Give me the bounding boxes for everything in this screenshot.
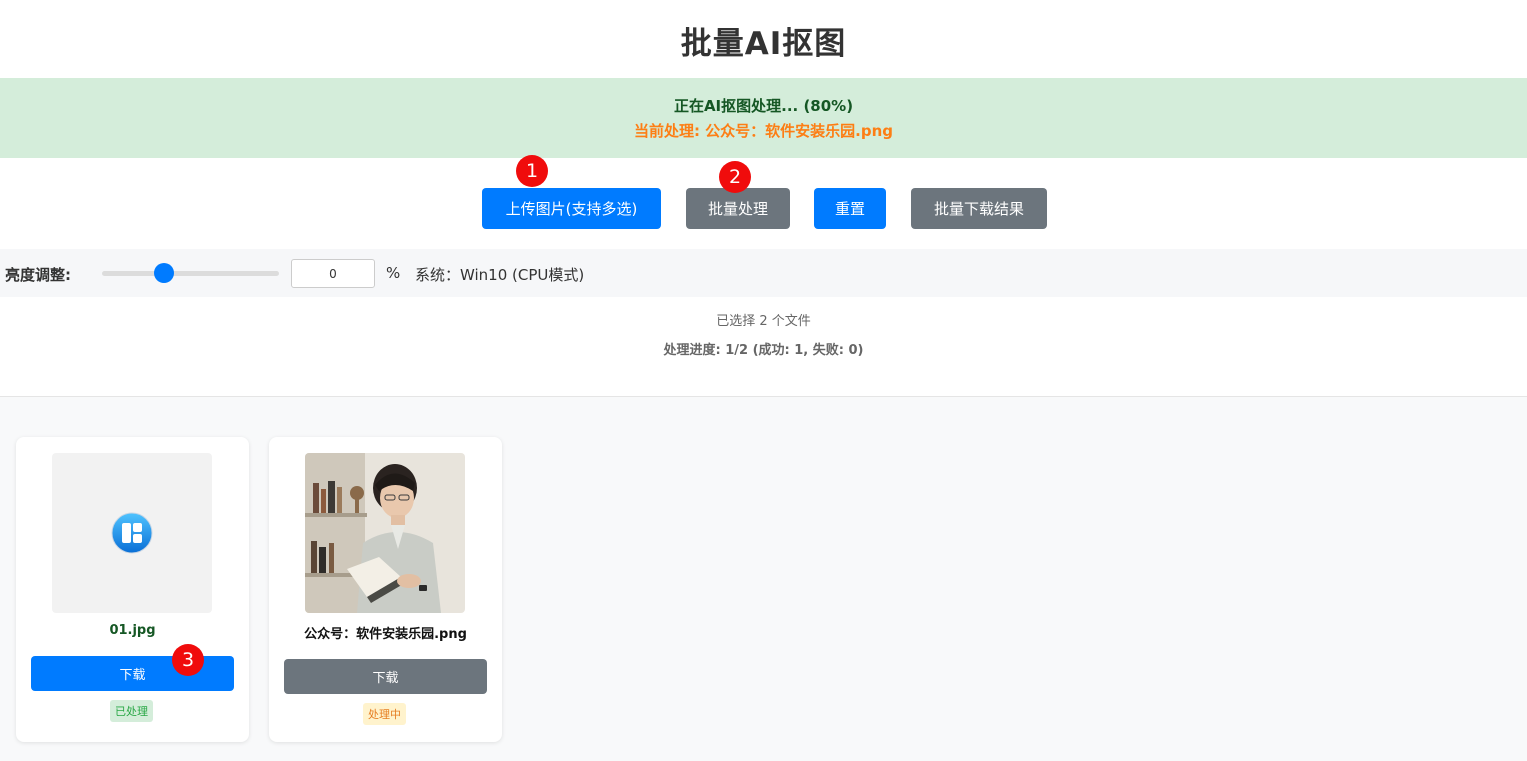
brightness-input[interactable] bbox=[291, 259, 375, 288]
step-marker-1: 1 bbox=[516, 155, 548, 187]
step-marker-2: 2 bbox=[719, 161, 751, 193]
percent-unit: % bbox=[386, 264, 401, 282]
status-banner: 正在AI抠图处理... (80%) 当前处理: 公众号：软件安装乐园.png bbox=[0, 78, 1527, 158]
page-title: 批量AI抠图 bbox=[680, 26, 847, 62]
download-button[interactable]: 下载 bbox=[284, 659, 487, 694]
file-card: 公众号：软件安装乐园.png 下载 处理中 bbox=[269, 437, 502, 742]
batch-process-button[interactable]: 批量处理 bbox=[686, 188, 790, 229]
status-badge: 已处理 bbox=[110, 700, 153, 722]
step-marker-3: 3 bbox=[172, 644, 204, 676]
controls-bar: 亮度调整: % 系统：Win10 (CPU模式) bbox=[0, 249, 1527, 297]
brightness-slider-track[interactable] bbox=[102, 271, 279, 276]
status-badge: 处理中 bbox=[363, 703, 406, 725]
file-name: 01.jpg bbox=[109, 623, 156, 638]
photo-icon bbox=[305, 453, 465, 613]
upload-images-button[interactable]: 上传图片(支持多选) bbox=[482, 188, 661, 229]
reset-button[interactable]: 重置 bbox=[814, 188, 886, 229]
file-thumbnail bbox=[305, 453, 465, 613]
brightness-label: 亮度调整: bbox=[5, 266, 71, 284]
brightness-slider-thumb[interactable] bbox=[154, 263, 174, 283]
system-info: 系统：Win10 (CPU模式) bbox=[415, 266, 585, 284]
app-grid-icon bbox=[111, 512, 153, 554]
status-current-file: 当前处理: 公众号：软件安装乐园.png bbox=[633, 122, 894, 140]
status-main-text: 正在AI抠图处理... (80%) bbox=[673, 97, 854, 115]
batch-download-button[interactable]: 批量下载结果 bbox=[911, 188, 1047, 229]
file-count-text: 已选择 2 个文件 bbox=[716, 314, 811, 329]
file-thumbnail bbox=[52, 453, 212, 613]
results-gallery: 01.jpg 下载 已处理 公众号：软件安装乐园.png 下载 处理中 bbox=[0, 396, 1527, 761]
file-name: 公众号：软件安装乐园.png bbox=[304, 627, 467, 642]
file-card: 01.jpg 下载 已处理 bbox=[16, 437, 249, 742]
progress-summary: 处理进度: 1/2 (成功: 1, 失败: 0) bbox=[663, 343, 864, 358]
